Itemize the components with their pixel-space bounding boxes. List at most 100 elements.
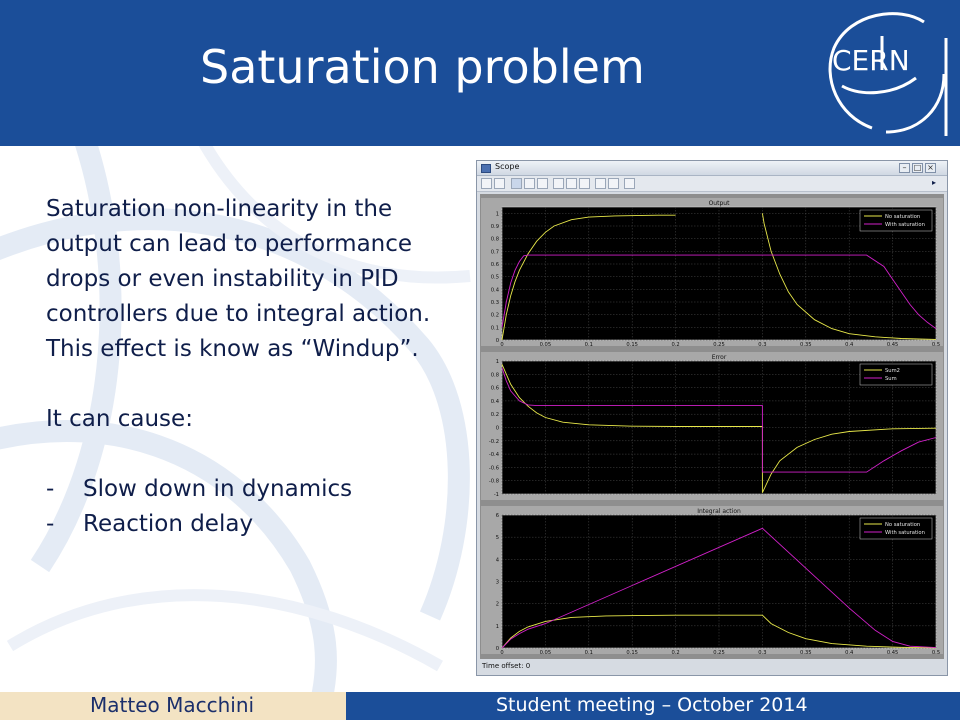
y-tick-label: 0.4 [491,287,500,293]
y-tick-label: 0 [496,338,499,344]
scope-panel: Output 0 0.1 0.2 0.3 0.4 0.5 0.6 0.7 0.8 0.9 1 0 0.05… [481,198,943,348]
y-tick-label: 0.2 [491,313,499,319]
y-tick-label: 0.6 [491,262,499,268]
y-tick-label: 6 [496,513,499,519]
print-icon[interactable] [481,178,492,189]
x-tick-label: 0.4 [845,342,854,348]
y-tick-label: -0.2 [489,439,499,445]
time-offset: Time offset: 0 [482,662,530,670]
legend-label: No saturation [885,214,920,220]
maximize-button[interactable]: □ [912,163,923,173]
x-tick-label: 0.15 [626,650,638,656]
x-tick-label: 0.1 [585,650,593,656]
y-tick-label: 0.1 [491,325,499,331]
panel-title: Error [712,354,727,361]
body-paragraph-2: This effect is know as “Windup”. [46,336,419,362]
x-tick-label: 0.4 [845,650,854,656]
x-tick-label: 0.5 [932,342,940,348]
zoom-icon[interactable] [511,178,522,189]
cern-logo-text: CERN [832,44,910,77]
close-button[interactable]: × [925,163,936,173]
x-tick-label: 0 [500,650,503,656]
zoom-y-icon[interactable] [537,178,548,189]
scope-toolbar: ▸ [477,176,947,192]
x-tick-label: 0.3 [758,342,766,348]
y-tick-label: 5 [496,535,499,541]
x-tick-label: 0.45 [887,342,899,348]
scope-plot-area: Output 0 0.1 0.2 0.3 0.4 0.5 0.6 0.7 0.8 0.9 1 0 0.05… [480,194,944,659]
y-tick-label: 0.2 [491,412,499,418]
legend-label: No saturation [885,522,920,528]
restore-axes-icon[interactable] [579,178,590,189]
x-tick-label: 0.05 [540,342,552,348]
x-tick-label: 0.45 [887,650,899,656]
slide-header: Saturation problem CERN [0,0,960,146]
scope-window-title: Scope [495,162,520,171]
x-tick-label: 0.15 [626,342,638,348]
x-tick-label: 0.3 [758,650,766,656]
y-tick-label: 0 [496,646,499,652]
y-tick-label: 0 [496,426,499,432]
y-tick-label: -1 [494,492,499,498]
legend-label: With saturation [885,530,925,536]
parameters-icon[interactable] [494,178,505,189]
x-tick-label: 0 [500,342,503,348]
y-tick-label: 0.5 [491,275,499,281]
floating-scope-icon[interactable] [595,178,606,189]
legend-label: With saturation [885,222,925,228]
zoom-x-icon[interactable] [524,178,535,189]
body-paragraph-3: It can cause: [46,406,193,432]
x-tick-label: 0.25 [713,342,725,348]
y-tick-label: 0.3 [491,300,499,306]
x-tick-label: 0.35 [800,650,812,656]
bullet-item: Slow down in dynamics [46,472,466,507]
lock-icon[interactable] [608,178,619,189]
y-tick-label: 0.9 [491,224,499,230]
bullet-item: Reaction delay [46,507,466,542]
save-axes-icon[interactable] [566,178,577,189]
x-tick-label: 0.05 [540,650,552,656]
x-tick-label: 0.35 [800,342,812,348]
legend-label: Sum2 [885,368,900,374]
y-tick-label: 2 [496,602,499,608]
slide-body: Saturation non-linearity in the output c… [46,192,466,542]
legend-label: Sum [885,376,897,382]
y-tick-label: 0.8 [491,372,499,378]
scope-window: Scope – □ × ▸ Output 0 0.1 0.2 0.3 0.4 0.5 0.6 0… [476,160,948,676]
cern-logo: CERN [828,12,948,136]
x-tick-label: 0.1 [585,342,593,348]
scope-panel: Error -1 -0.8 -0.6 -0.4 -0.2 0 0.2 0.4 0.6 0.8 1 Sum… [481,352,943,500]
autoscale-icon[interactable] [553,178,564,189]
y-tick-label: -0.4 [489,452,500,458]
y-tick-label: 0.4 [491,399,500,405]
scope-app-icon [481,164,491,173]
footer-left-band: Matteo Macchini [0,692,346,720]
toolbar-arrow-icon[interactable]: ▸ [932,178,941,189]
y-tick-label: 0.7 [491,249,499,255]
scope-titlebar[interactable]: Scope – □ × [477,161,947,176]
minimize-button[interactable]: – [899,163,910,173]
time-offset-value: 0 [525,662,531,670]
y-tick-label: -0.6 [489,465,499,471]
y-tick-label: -0.8 [489,479,499,485]
slide-title: Saturation problem [200,40,645,94]
x-tick-label: 0.25 [713,650,725,656]
signal-selection-icon[interactable] [624,178,635,189]
x-tick-label: 0.5 [932,650,940,656]
x-tick-label: 0.2 [671,650,679,656]
y-tick-label: 1 [496,211,499,217]
y-tick-label: 0.6 [491,386,499,392]
time-offset-label: Time offset: [482,662,524,670]
bullet-list: Slow down in dynamics Reaction delay [46,472,466,542]
y-tick-label: 1 [496,359,499,365]
x-tick-label: 0.2 [671,342,679,348]
panel-title: Integral action [697,508,741,515]
scope-panel: Integral action01234560 0.05 0.1 0.15 0.2 0.2… [481,506,943,656]
panel-title: Output [709,200,730,207]
y-tick-label: 1 [496,624,499,630]
y-tick-label: 3 [496,580,499,586]
body-paragraph-1: Saturation non-linearity in the output c… [46,196,431,327]
footer-event: Student meeting – October 2014 [496,694,808,716]
